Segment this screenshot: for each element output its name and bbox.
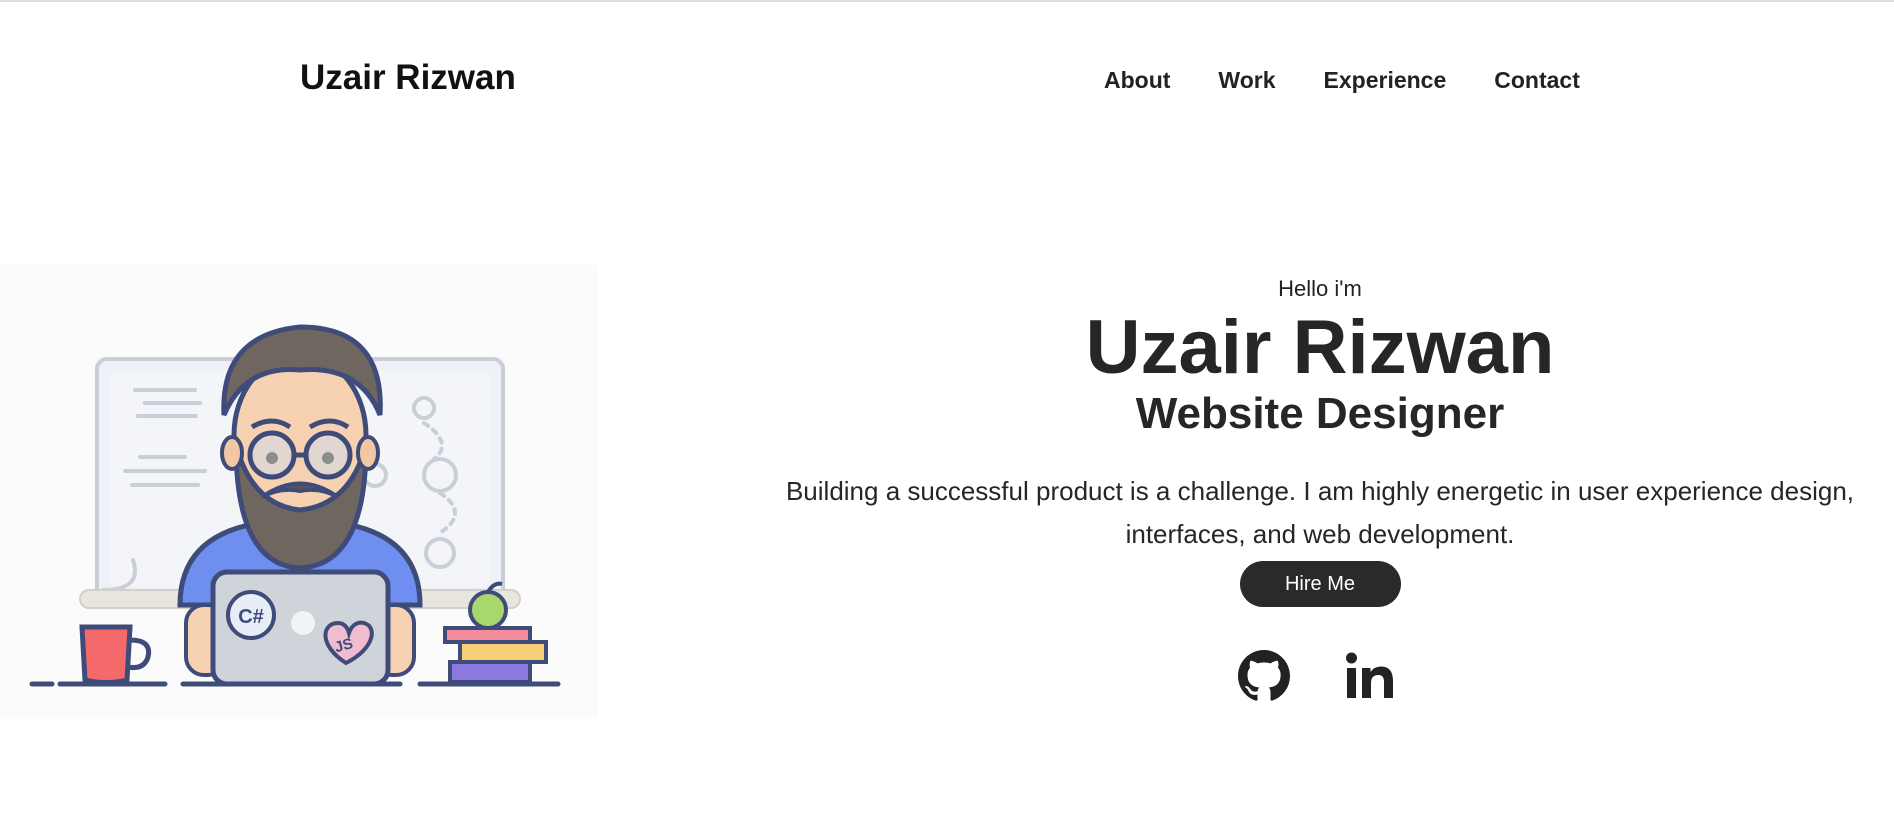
linkedin-link[interactable] xyxy=(1344,650,1396,707)
coffee-mug-icon xyxy=(79,624,133,685)
hero-name: Uzair Rizwan xyxy=(1085,305,1555,390)
github-link[interactable] xyxy=(1238,650,1290,707)
main-nav: About Work Experience Contact xyxy=(1104,67,1580,94)
nav-link-work[interactable]: Work xyxy=(1218,67,1275,94)
developer-illustration: C# JS xyxy=(29,324,561,687)
top-border xyxy=(0,0,1894,2)
site-logo-text[interactable]: Uzair Rizwan xyxy=(300,58,516,98)
github-icon xyxy=(1238,650,1290,701)
nav-link-contact[interactable]: Contact xyxy=(1494,67,1580,94)
laptop-logo-icon xyxy=(291,611,315,635)
hero-section: Hello i'm Uzair Rizwan Website Designer … xyxy=(750,270,1890,607)
books-stack-icon xyxy=(443,626,548,684)
social-links xyxy=(1238,650,1396,707)
nav-link-experience[interactable]: Experience xyxy=(1324,67,1447,94)
linkedin-icon xyxy=(1346,652,1393,698)
apple-icon xyxy=(468,590,508,630)
hero-illustration: C# JS xyxy=(0,265,598,718)
csharp-sticker-text: C# xyxy=(238,606,264,628)
nav-link-about[interactable]: About xyxy=(1104,67,1170,94)
hero-greeting: Hello i'm xyxy=(1278,276,1362,301)
hire-me-button[interactable]: Hire Me xyxy=(1239,561,1401,607)
hero-role: Website Designer xyxy=(1135,389,1505,438)
hero-description: Building a successful product is a chall… xyxy=(785,476,1855,549)
